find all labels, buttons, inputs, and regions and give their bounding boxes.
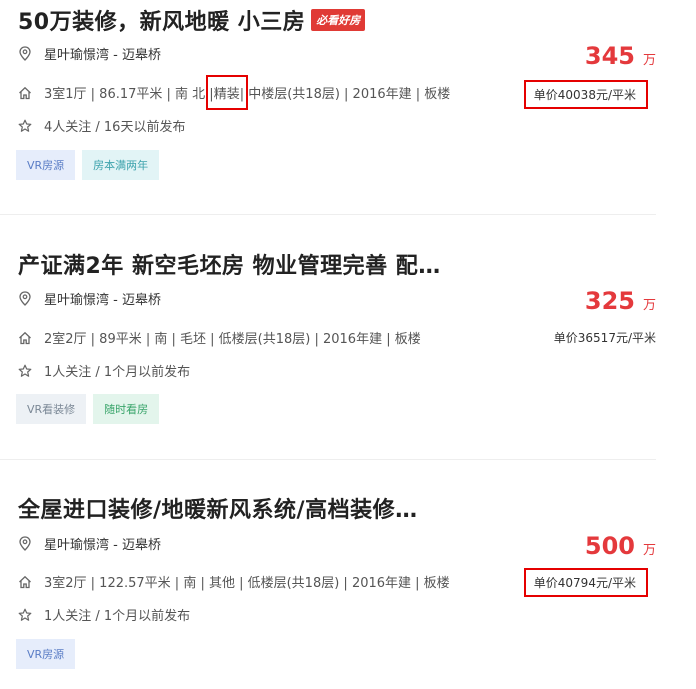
- listing-item[interactable]: 50万装修，新风地暖 小三房 必看好房 星叶瑜憬湾 - 迈皋桥 3室1厅 | 8…: [0, 0, 676, 214]
- price-unit: 万: [642, 298, 656, 313]
- house-icon: [18, 575, 32, 589]
- house-info: 3室2厅 | 122.57平米 | 南 | 其他 | 低楼层(共18层) | 2…: [44, 576, 450, 591]
- community-link[interactable]: 星叶瑜憬湾 - 迈皋桥: [44, 44, 161, 63]
- decoration-highlight: 精装: [205, 75, 248, 110]
- house-icon: [18, 331, 32, 345]
- house-info-after: | 中楼层(共18层) | 2016年建 | 板楼: [239, 87, 451, 102]
- tag-two-years: 房本满两年: [82, 150, 160, 180]
- community-link[interactable]: 星叶瑜憬湾 - 迈皋桥: [44, 289, 161, 308]
- total-price: 500: [584, 532, 635, 560]
- star-icon: [18, 364, 32, 378]
- listing-item[interactable]: 产证满2年 新空毛坯房 物业管理完善 配… 星叶瑜憬湾 - 迈皋桥 2室2厅 |…: [0, 215, 676, 458]
- follow-info: 1人关注 / 1个月以前发布: [44, 365, 191, 380]
- house-info-before: 3室1厅 | 86.17平米 | 南 北 |: [44, 87, 214, 102]
- price-unit: 万: [642, 543, 656, 558]
- unit-price: 单价40038元/平米: [523, 80, 648, 109]
- listing-item[interactable]: 全屋进口装修/地暖新风系统/高档装修… 星叶瑜憬湾 - 迈皋桥 3室2厅 | 1…: [0, 460, 676, 689]
- tag-vr-decoration: VR看装修: [16, 394, 87, 424]
- location-pin-icon: [18, 291, 32, 306]
- tag-anytime-viewing: 随时看房: [93, 394, 160, 424]
- follow-info: 4人关注 / 16天以前发布: [44, 120, 186, 135]
- total-price: 345: [584, 42, 635, 70]
- location-pin-icon: [18, 536, 32, 551]
- tag-vr: VR房源: [16, 639, 76, 669]
- house-icon: [18, 86, 32, 100]
- community-link[interactable]: 星叶瑜憬湾 - 迈皋桥: [44, 534, 161, 553]
- unit-price: 单价36517元/平米: [553, 331, 656, 345]
- house-info: 2室2厅 | 89平米 | 南 | 毛坯 | 低楼层(共18层) | 2016年…: [44, 332, 421, 347]
- total-price: 325: [584, 287, 635, 315]
- star-icon: [18, 119, 32, 133]
- follow-info: 1人关注 / 1个月以前发布: [44, 609, 191, 624]
- listing-title[interactable]: 产证满2年 新空毛坯房 物业管理完善 配…: [18, 248, 441, 280]
- listing-title[interactable]: 全屋进口装修/地暖新风系统/高档装修…: [18, 492, 418, 524]
- price-unit: 万: [642, 53, 656, 68]
- listing-title[interactable]: 50万装修，新风地暖 小三房: [18, 4, 305, 36]
- must-see-badge: 必看好房: [311, 9, 366, 31]
- location-pin-icon: [18, 46, 32, 61]
- star-icon: [18, 608, 32, 622]
- tag-vr: VR房源: [16, 150, 76, 180]
- unit-price: 单价40794元/平米: [523, 568, 648, 597]
